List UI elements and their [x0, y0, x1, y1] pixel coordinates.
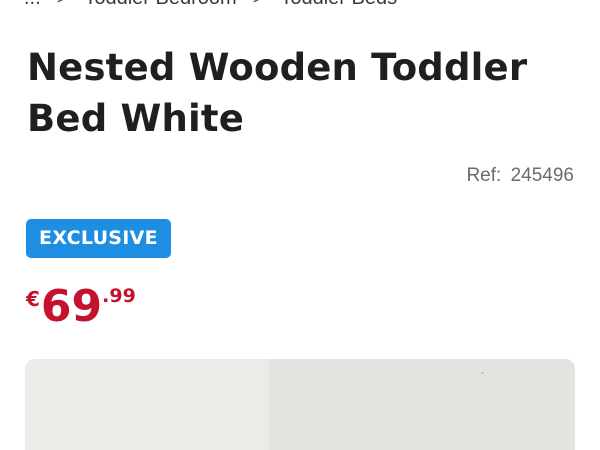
- product-image-right: [269, 359, 575, 450]
- product-image-gallery[interactable]: [25, 359, 575, 450]
- product-ref-value: 245496: [510, 165, 574, 186]
- product-price: € 69 .99: [26, 282, 136, 332]
- breadcrumb-chevron-icon: >: [57, 0, 69, 10]
- product-title: Nested Wooden Toddler Bed White: [27, 46, 528, 140]
- product-ref: Ref: 245496: [466, 165, 574, 187]
- exclusive-badge: EXCLUSIVE: [26, 219, 171, 258]
- product-ref-label: Ref:: [466, 165, 502, 186]
- breadcrumb: ... > Toddler Bedroom > Toddler Beds: [24, 0, 397, 10]
- breadcrumb-item-toddler-beds[interactable]: Toddler Beds: [280, 0, 397, 10]
- image-detail-mark: [481, 372, 484, 374]
- price-decimal: .99: [102, 285, 136, 307]
- breadcrumb-item-home[interactable]: ...: [24, 0, 41, 10]
- breadcrumb-item-toddler-bedroom[interactable]: Toddler Bedroom: [84, 0, 236, 10]
- price-currency: €: [26, 287, 40, 311]
- product-page: ... > Toddler Bedroom > Toddler Beds Nes…: [0, 0, 600, 450]
- price-integer: 69: [40, 281, 103, 332]
- product-image-left: [25, 359, 269, 450]
- breadcrumb-chevron-icon: >: [253, 0, 265, 10]
